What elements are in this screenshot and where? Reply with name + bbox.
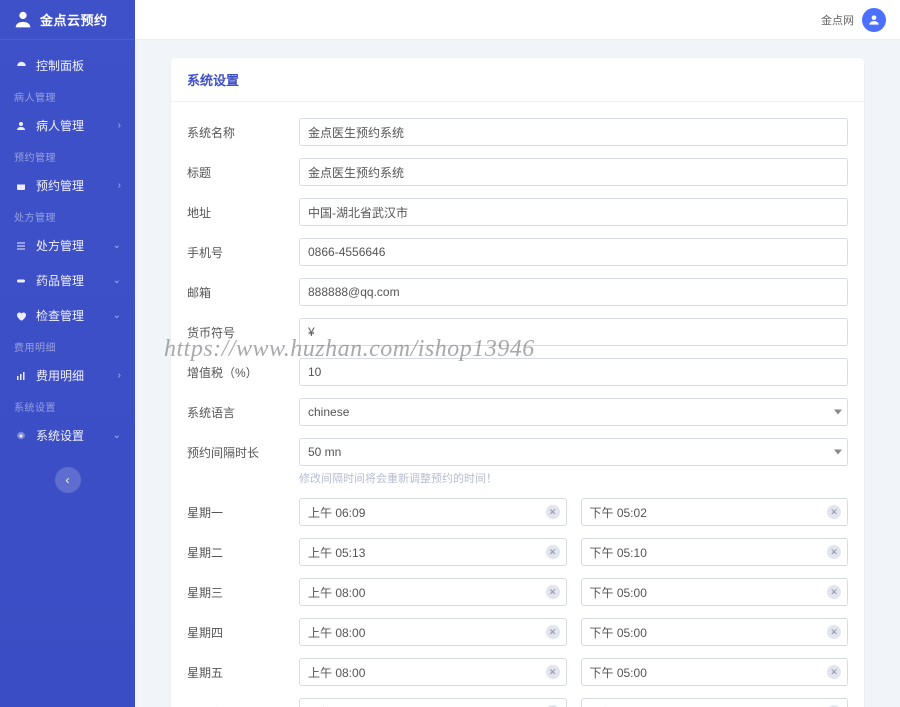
sidebar-item-label: 病人管理 xyxy=(36,117,84,134)
label-vat: 增值税（%） xyxy=(187,358,299,381)
chevron-right-icon: › xyxy=(118,370,121,381)
brand: 金点云预约 xyxy=(0,0,135,40)
tue-pm-input[interactable]: 下午 05:10✕ xyxy=(581,538,849,566)
mon-pm-input[interactable]: 下午 05:02✕ xyxy=(581,498,849,526)
label-currency: 货币符号 xyxy=(187,318,299,341)
label-phone: 手机号 xyxy=(187,238,299,261)
language-select[interactable] xyxy=(299,398,848,426)
sidebar-item-control-panel[interactable]: 控制面板 xyxy=(0,48,135,83)
clear-icon[interactable]: ✕ xyxy=(827,585,841,599)
sidebar-item-fee-detail[interactable]: 费用明细 › xyxy=(0,358,135,393)
sidebar-item-check-manage[interactable]: 检查管理 ⌄ xyxy=(0,298,135,333)
sidebar-item-label: 药品管理 xyxy=(36,272,84,289)
clear-icon[interactable]: ✕ xyxy=(546,625,560,639)
heart-icon xyxy=(14,309,28,323)
brand-icon xyxy=(12,9,34,31)
sidebar-item-appointment-manage[interactable]: 预约管理 › xyxy=(0,168,135,203)
sidebar-item-prescription-manage[interactable]: 处方管理 ⌄ xyxy=(0,228,135,263)
chevron-right-icon: › xyxy=(118,180,121,191)
card-title: 系统设置 xyxy=(171,58,864,102)
main-content: 系统设置 系统名称 标题 地址 手机号 邮箱 xyxy=(135,40,900,707)
topbar: 金点网 xyxy=(135,0,900,40)
avatar[interactable] xyxy=(862,8,886,32)
email-input[interactable] xyxy=(299,278,848,306)
wed-am-input[interactable]: 上午 08:00✕ xyxy=(299,578,567,606)
clear-icon[interactable]: ✕ xyxy=(827,545,841,559)
vat-input[interactable] xyxy=(299,358,848,386)
menu-group-header: 预约管理 xyxy=(0,143,135,168)
pill-icon xyxy=(14,274,28,288)
gear-icon xyxy=(14,429,28,443)
sidebar-item-patient-manage[interactable]: 病人管理 › xyxy=(0,108,135,143)
menu-group-header: 系统设置 xyxy=(0,393,135,418)
clear-icon[interactable]: ✕ xyxy=(827,625,841,639)
collapse-sidebar-button[interactable]: ‹ xyxy=(55,467,81,493)
label-title: 标题 xyxy=(187,158,299,181)
sidebar: 金点云预约 控制面板 病人管理 病人管理 › 预约管理 预约管理 xyxy=(0,0,135,707)
phone-input[interactable] xyxy=(299,238,848,266)
menu-group-header: 处方管理 xyxy=(0,203,135,228)
label-thu: 星期四 xyxy=(187,618,299,641)
clear-icon[interactable]: ✕ xyxy=(546,585,560,599)
menu-group-header: 费用明细 xyxy=(0,333,135,358)
chevron-down-icon: ⌄ xyxy=(113,240,121,251)
sidebar-item-drug-manage[interactable]: 药品管理 ⌄ xyxy=(0,263,135,298)
brand-title: 金点云预约 xyxy=(40,10,108,29)
user-label: 金点网 xyxy=(821,12,854,28)
sidebar-item-label: 检查管理 xyxy=(36,307,84,324)
wed-pm-input[interactable]: 下午 05:00✕ xyxy=(581,578,849,606)
chevron-left-icon: ‹ xyxy=(66,473,70,487)
user-icon xyxy=(14,119,28,133)
interval-hint: 修改间隔时间将会重新调整预约的时间！ xyxy=(299,470,848,486)
chevron-right-icon: › xyxy=(118,120,121,131)
thu-pm-input[interactable]: 下午 05:00✕ xyxy=(581,618,849,646)
mon-am-input[interactable]: 上午 06:09✕ xyxy=(299,498,567,526)
chevron-down-icon: ⌄ xyxy=(113,310,121,321)
sat-pm-input[interactable]: 下午 05:00✕ xyxy=(581,698,849,707)
label-email: 邮箱 xyxy=(187,278,299,301)
address-input[interactable] xyxy=(299,198,848,226)
sidebar-item-label: 控制面板 xyxy=(36,57,84,74)
clear-icon[interactable]: ✕ xyxy=(827,505,841,519)
label-wed: 星期三 xyxy=(187,578,299,601)
title-input[interactable] xyxy=(299,158,848,186)
bar-icon xyxy=(14,369,28,383)
settings-card: 系统设置 系统名称 标题 地址 手机号 邮箱 xyxy=(171,58,864,707)
calendar-icon xyxy=(14,179,28,193)
currency-input[interactable] xyxy=(299,318,848,346)
clear-icon[interactable]: ✕ xyxy=(546,545,560,559)
clear-icon[interactable]: ✕ xyxy=(546,505,560,519)
label-tue: 星期二 xyxy=(187,538,299,561)
list-icon xyxy=(14,239,28,253)
label-sat: 星期六 xyxy=(187,698,299,707)
label-address: 地址 xyxy=(187,198,299,221)
dashboard-icon xyxy=(14,59,28,73)
sidebar-item-label: 处方管理 xyxy=(36,237,84,254)
chevron-down-icon: ⌄ xyxy=(113,430,121,441)
fri-pm-input[interactable]: 下午 05:00✕ xyxy=(581,658,849,686)
chevron-down-icon: ⌄ xyxy=(113,275,121,286)
sidebar-item-label: 预约管理 xyxy=(36,177,84,194)
label-fri: 星期五 xyxy=(187,658,299,681)
menu: 控制面板 病人管理 病人管理 › 预约管理 预约管理 › 处方管理 处 xyxy=(0,40,135,453)
sidebar-item-system-settings[interactable]: 系统设置 ⌄ xyxy=(0,418,135,453)
thu-am-input[interactable]: 上午 08:00✕ xyxy=(299,618,567,646)
label-language: 系统语言 xyxy=(187,398,299,421)
label-system-name: 系统名称 xyxy=(187,118,299,141)
sidebar-item-label: 费用明细 xyxy=(36,367,84,384)
label-interval: 预约间隔时长 xyxy=(187,438,299,461)
system-name-input[interactable] xyxy=(299,118,848,146)
clear-icon[interactable]: ✕ xyxy=(546,665,560,679)
clear-icon[interactable]: ✕ xyxy=(827,665,841,679)
sat-am-input[interactable]: 上午 08:00✕ xyxy=(299,698,567,707)
label-mon: 星期一 xyxy=(187,498,299,521)
sidebar-item-label: 系统设置 xyxy=(36,427,84,444)
user-icon xyxy=(867,13,881,27)
fri-am-input[interactable]: 上午 08:00✕ xyxy=(299,658,567,686)
interval-select[interactable] xyxy=(299,438,848,466)
tue-am-input[interactable]: 上午 05:13✕ xyxy=(299,538,567,566)
menu-group-header: 病人管理 xyxy=(0,83,135,108)
